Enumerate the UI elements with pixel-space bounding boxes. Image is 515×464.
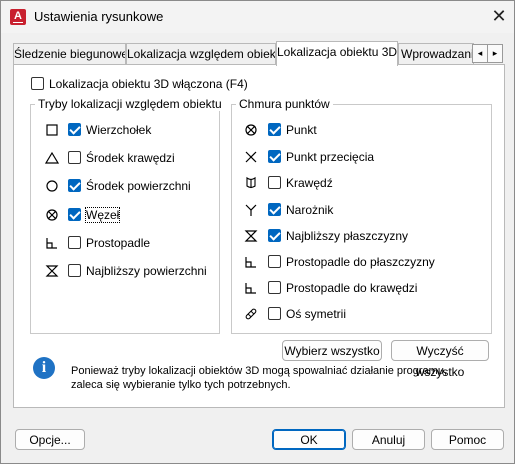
info-icon: i (33, 357, 55, 379)
pc-node-checkbox[interactable] (268, 123, 281, 136)
clear-all-button[interactable]: Wyczyść wszystko (391, 340, 489, 379)
tab-dynamic-input[interactable]: Wprowadzanie (398, 43, 474, 65)
osnap-midpoint-edge-checkbox[interactable] (68, 151, 81, 164)
osnap-vertex-label[interactable]: Wierzchołek (86, 123, 151, 137)
close-icon[interactable]: ✕ (489, 6, 509, 26)
pc-node-label[interactable]: Punkt (286, 123, 317, 137)
tab-strip: Śledzenie biegunowe Lokalizacja względem… (13, 41, 503, 66)
nearest-icon (244, 230, 258, 242)
perpendicular-icon (245, 283, 256, 294)
point-cloud-title: Chmura punktów (236, 97, 333, 111)
osnap-midpoint-edge-label[interactable]: Środek krawędzi (86, 151, 175, 165)
pc-edge-label[interactable]: Krawędź (286, 176, 333, 190)
tab-scroll-left-icon[interactable]: ◂ (472, 44, 488, 63)
node-icon (46, 209, 58, 221)
osnap-perpendicular-checkbox[interactable] (68, 236, 81, 249)
pc-corner-checkbox[interactable] (268, 203, 281, 216)
tab-scroll-right-icon[interactable]: ▸ (487, 44, 503, 63)
ok-button[interactable]: OK (272, 429, 346, 450)
enable-3d-osnap-label[interactable]: Lokalizacja obiektu 3D włączona (F4) (49, 77, 248, 91)
intersection-icon (245, 151, 257, 163)
info-line-2: zaleca się wybieranie tylko tych potrzeb… (71, 379, 291, 391)
perpendicular-icon (245, 257, 256, 268)
circle-icon (46, 180, 58, 192)
title-bar: A Ustawienia rysunkowe ✕ (1, 1, 514, 33)
osnap-center-face-checkbox[interactable] (68, 179, 81, 192)
osnap-node-label[interactable]: Węzeł (84, 207, 121, 223)
pc-nearest-plane-checkbox[interactable] (268, 229, 281, 242)
info-line-1: Ponieważ tryby lokalizacji obiektów 3D m… (71, 365, 448, 377)
osnap-node-checkbox[interactable] (68, 208, 81, 221)
tab-polar-tracking[interactable]: Śledzenie biegunowe (13, 43, 126, 65)
help-button[interactable]: Pomoc (431, 429, 504, 450)
pc-axis-checkbox[interactable] (268, 307, 281, 320)
autocad-app-icon: A (10, 9, 26, 25)
pc-perp-plane-label[interactable]: Prostopadle do płaszczyzny (286, 255, 435, 269)
info-message: Ponieważ tryby lokalizacji obiektów 3D m… (71, 364, 447, 392)
nearest-icon (45, 265, 59, 277)
axis-icon (245, 308, 257, 320)
point-cloud-group (231, 104, 492, 334)
pc-perp-edge-checkbox[interactable] (268, 281, 281, 294)
tab-panel: Lokalizacja obiektu 3D włączona (F4) Try… (13, 64, 505, 408)
osnap-vertex-checkbox[interactable] (68, 123, 81, 136)
enable-3d-osnap-checkbox[interactable] (31, 77, 44, 90)
window-title: Ustawienia rysunkowe (34, 9, 164, 24)
perpendicular-icon (46, 238, 57, 249)
pc-edge-checkbox[interactable] (268, 176, 281, 189)
pc-intersection-checkbox[interactable] (268, 150, 281, 163)
pc-perp-plane-checkbox[interactable] (268, 255, 281, 268)
pc-axis-label[interactable]: Oś symetrii (286, 307, 346, 321)
tab-object-snap[interactable]: Lokalizacja względem obiektu (126, 43, 276, 65)
osnap-modes-title: Tryby lokalizacji względem obiektu (35, 97, 225, 111)
options-button[interactable]: Opcje... (15, 429, 85, 450)
corner-icon (245, 204, 257, 216)
osnap-perpendicular-label[interactable]: Prostopadle (86, 236, 150, 250)
square-icon (46, 124, 58, 136)
osnap-center-face-label[interactable]: Środek powierzchni (86, 179, 191, 193)
tab-3d-object-snap[interactable]: Lokalizacja obiektu 3D (276, 41, 398, 66)
drawing-settings-dialog: A Ustawienia rysunkowe ✕ Śledzenie biegu… (0, 0, 515, 464)
select-all-button[interactable]: Wybierz wszystko (282, 340, 382, 361)
edge-icon (246, 176, 256, 189)
pc-intersection-label[interactable]: Punkt przecięcia (286, 150, 374, 164)
pc-corner-label[interactable]: Narożnik (286, 203, 333, 217)
node-icon (245, 124, 257, 136)
triangle-icon (45, 151, 59, 164)
cancel-button[interactable]: Anuluj (352, 429, 425, 450)
pc-nearest-plane-label[interactable]: Najbliższy płaszczyzny (286, 229, 408, 243)
osnap-nearest-face-checkbox[interactable] (68, 264, 81, 277)
osnap-nearest-face-label[interactable]: Najbliższy powierzchni (86, 264, 207, 278)
pc-perp-edge-label[interactable]: Prostopadle do krawędzi (286, 281, 417, 295)
